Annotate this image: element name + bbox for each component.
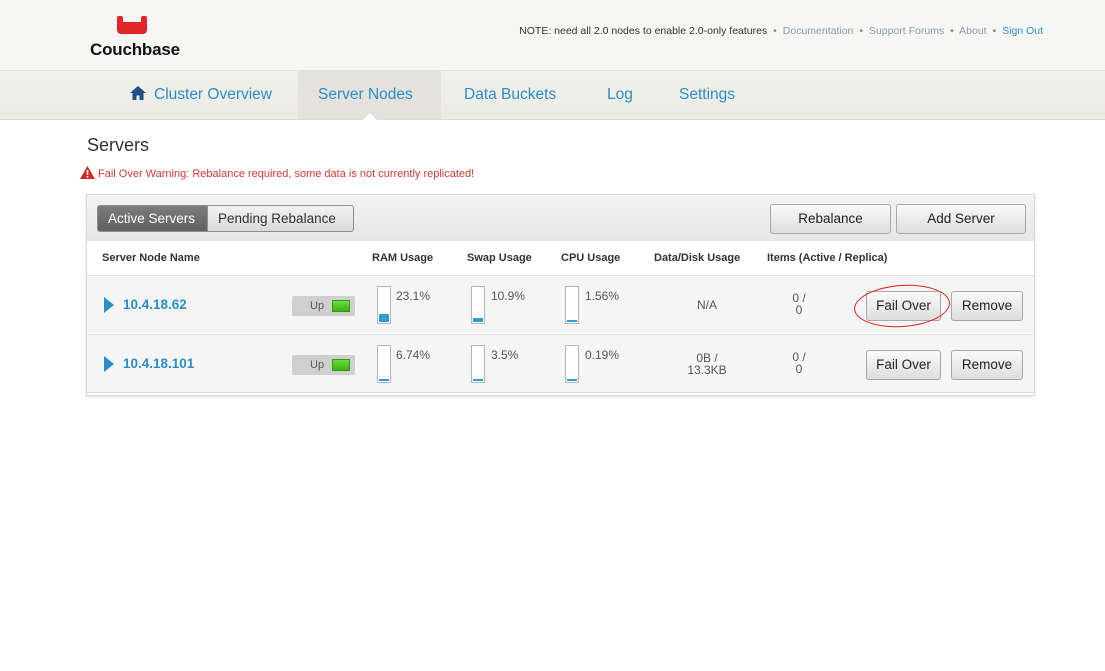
logo-text: Couchbase (90, 40, 180, 59)
items-count: 0 / 0 (784, 351, 814, 375)
col-items: Items (Active / Replica) (767, 252, 888, 264)
remove-button[interactable]: Remove (951, 350, 1023, 380)
items-count: 0 / 0 (784, 292, 814, 316)
col-swap-usage: Swap Usage (467, 252, 532, 264)
tab-label: Cluster Overview (154, 86, 272, 103)
col-cpu-usage: CPU Usage (561, 252, 621, 264)
tab-label: Log (607, 86, 633, 103)
tab-data-buckets[interactable]: Data Buckets (444, 71, 576, 119)
tab-active-servers[interactable]: Active Servers (97, 205, 208, 232)
disk-usage-line2: 13.3KB (687, 363, 727, 377)
separator: • (773, 25, 777, 37)
expand-arrow-icon[interactable] (104, 297, 114, 313)
cpu-usage-value: 1.56% (585, 289, 620, 303)
ram-gauge (377, 286, 391, 324)
highlight-circle (852, 281, 952, 331)
swap-usage-value: 3.5% (491, 348, 519, 362)
col-data-disk-usage: Data/Disk Usage (654, 252, 741, 264)
col-ram-usage: RAM Usage (372, 252, 434, 264)
table-row: 10.4.18.101 Up 6.74% 3.5% 0.19% 0B / 13.… (87, 334, 1034, 393)
cpu-gauge (565, 286, 579, 324)
ram-gauge-fill (379, 314, 389, 322)
ram-gauge-fill (379, 379, 389, 381)
tab-label: Settings (679, 86, 736, 103)
couchbase-logo-icon (117, 16, 147, 34)
status-up-icon (332, 300, 350, 312)
tab-label: Server Nodes (318, 86, 413, 103)
tab-cluster-overview[interactable]: Cluster Overview (110, 71, 292, 119)
rebalance-button[interactable]: Rebalance (770, 204, 891, 234)
expand-arrow-icon[interactable] (104, 356, 114, 372)
documentation-link[interactable]: Documentation (783, 25, 854, 37)
home-icon (130, 86, 146, 100)
cpu-gauge-fill (567, 320, 577, 322)
swap-gauge-fill (473, 379, 483, 381)
swap-gauge (471, 345, 485, 383)
status-text: Up (310, 359, 325, 371)
disk-usage-line1: N/A (696, 298, 717, 312)
ram-gauge (377, 345, 391, 383)
servers-toolbar: Active Servers Pending Rebalance Rebalan… (87, 195, 1034, 242)
column-headers: Server Node Name RAM Usage Swap Usage CP… (87, 241, 1034, 275)
status-badge: Up (292, 355, 355, 375)
couchbase-logo[interactable]: Couchbase (90, 16, 180, 64)
tab-settings[interactable]: Settings (659, 71, 755, 119)
items-replica: 0 (795, 303, 803, 317)
tab-pending-rebalance[interactable]: Pending Rebalance (208, 205, 354, 232)
version-note: NOTE: need all 2.0 nodes to enable 2.0-o… (519, 25, 768, 37)
support-forums-link[interactable]: Support Forums (869, 25, 944, 37)
failover-warning: Fail Over Warning: Rebalance required, s… (80, 166, 474, 180)
disk-usage: 0B / 13.3KB (667, 352, 747, 376)
add-server-button[interactable]: Add Server (896, 204, 1026, 234)
cpu-gauge (565, 345, 579, 383)
fail-over-button[interactable]: Fail Over (866, 350, 941, 380)
server-node-name[interactable]: 10.4.18.62 (123, 297, 187, 312)
servers-panel: Active Servers Pending Rebalance Rebalan… (86, 194, 1035, 396)
separator: • (992, 25, 997, 37)
tab-label: Data Buckets (464, 86, 557, 103)
ram-usage-value: 6.74% (396, 348, 431, 362)
main-nav: Cluster Overview Server Nodes Data Bucke… (0, 70, 1105, 120)
status-badge: Up (292, 296, 355, 316)
cpu-gauge-fill (567, 379, 577, 381)
swap-gauge (471, 286, 485, 324)
table-row: 10.4.18.62 Up 23.1% 10.9% 1.56% N/A 0 / … (87, 275, 1034, 333)
top-links: NOTE: need all 2.0 nodes to enable 2.0-o… (519, 25, 1043, 37)
cpu-usage-value: 0.19% (585, 348, 620, 362)
about-link[interactable]: About (959, 25, 986, 37)
col-server-node-name: Server Node Name (102, 252, 200, 264)
tab-log[interactable]: Log (587, 71, 653, 119)
warning-icon (80, 166, 95, 179)
swap-gauge-fill (473, 318, 483, 322)
separator: • (859, 25, 863, 37)
swap-usage-value: 10.9% (491, 289, 526, 303)
ram-usage-value: 23.1% (396, 289, 431, 303)
page-title: Servers (87, 135, 150, 155)
tab-server-nodes[interactable]: Server Nodes (298, 71, 441, 120)
separator: • (950, 25, 954, 37)
top-bar: Couchbase NOTE: need all 2.0 nodes to en… (0, 0, 1105, 70)
remove-button[interactable]: Remove (951, 291, 1023, 321)
status-text: Up (310, 300, 325, 312)
disk-usage: N/A (667, 299, 747, 311)
status-up-icon (332, 359, 350, 371)
sign-out-link[interactable]: Sign Out (1002, 25, 1043, 37)
header: Couchbase NOTE: need all 2.0 nodes to en… (0, 0, 1105, 120)
server-node-name[interactable]: 10.4.18.101 (123, 356, 194, 371)
items-replica: 0 (795, 362, 803, 376)
warning-text: Fail Over Warning: Rebalance required, s… (98, 168, 475, 180)
